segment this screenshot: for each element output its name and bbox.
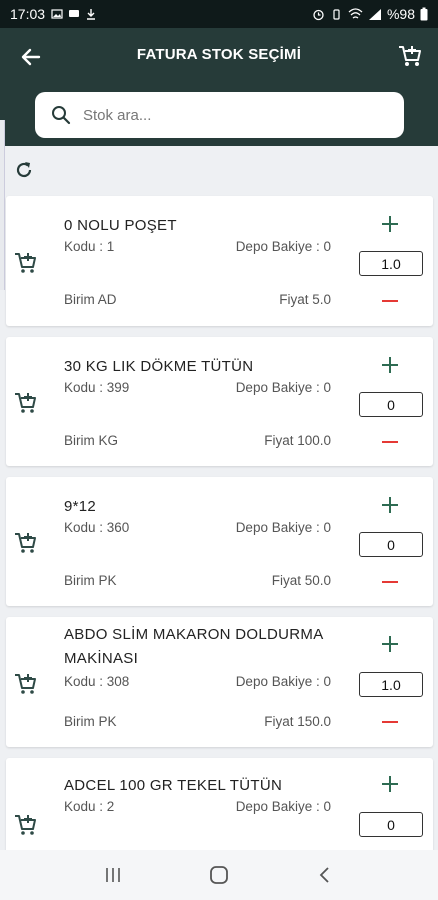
stock-unit: Birim PK [64,714,117,729]
stock-card[interactable]: 0 NOLU POŞET Kodu : 1 Depo Bakiye : 0 Bi… [6,196,433,326]
stock-name: 30 KG LIK DÖKME TÜTÜN [64,358,254,375]
plus-icon[interactable] [380,495,400,515]
stock-depo-balance: Depo Bakiye : 0 [235,674,331,689]
system-back-button[interactable] [305,860,345,890]
recent-apps-button[interactable] [93,860,133,890]
battery-level: %98 [386,6,415,22]
app-bar: FATURA STOK SEÇİMİ [0,28,438,146]
stock-price: Fiyat 100.0 [264,433,331,448]
minus-icon[interactable] [380,291,400,311]
stock-price: Fiyat 50.0 [271,573,331,588]
download-icon [87,9,96,20]
cart-button[interactable] [394,40,426,72]
search-bar [35,92,404,138]
minus-icon[interactable] [380,432,400,452]
alarm-icon [313,9,324,20]
page-title: FATURA STOK SEÇİMİ [136,46,302,63]
chevron-left-icon [319,867,329,883]
search-input[interactable] [83,106,363,124]
stock-unit: Birim KG [64,433,118,448]
home-icon [210,866,228,884]
stock-depo-balance: Depo Bakiye : 0 [235,799,331,814]
stock-depo-balance: Depo Bakiye : 0 [235,520,331,535]
plus-icon[interactable] [380,355,400,375]
recent-apps-icon [106,868,120,882]
battery-icon [420,7,428,21]
stock-code: Kodu : 308 [64,674,130,689]
stock-price: Fiyat 150.0 [264,714,331,729]
stock-name: ABDO SLİM MAKARON DOLDURMA MAKİNASI [64,626,323,667]
plus-icon[interactable] [380,214,400,234]
add-cart-icon [15,253,36,273]
signal-icon [368,8,381,20]
notification-icons [51,8,97,20]
stock-code: Kodu : 1 [64,239,115,254]
stock-list: 0 NOLU POŞET Kodu : 1 Depo Bakiye : 0 Bi… [6,196,433,869]
vibrate-icon [333,8,340,20]
stock-name: ADCEL 100 GR TEKEL TÜTÜN [64,777,283,794]
add-cart-icon [15,815,36,835]
add-cart-icon [15,533,36,553]
add-cart-icon [399,46,421,66]
stock-card[interactable]: 30 KG LIK DÖKME TÜTÜN Kodu : 399 Depo Ba… [6,337,433,466]
stock-depo-balance: Depo Bakiye : 0 [235,239,331,254]
stock-code: Kodu : 399 [64,380,130,395]
quantity-input[interactable] [359,392,423,417]
gallery-icon [51,9,63,19]
stock-code: Kodu : 2 [64,799,115,814]
message-icon [69,10,80,17]
stock-code: Kodu : 360 [64,520,130,535]
stock-depo-balance: Depo Bakiye : 0 [235,380,331,395]
add-cart-icon [15,393,36,413]
refresh-button[interactable] [12,158,36,182]
search-icon [52,106,71,125]
minus-icon[interactable] [380,572,400,592]
quantity-input[interactable] [359,672,423,697]
plus-icon[interactable] [380,634,400,654]
minus-icon[interactable] [380,712,400,732]
system-nav-bar [0,850,438,900]
quantity-input[interactable] [359,532,423,557]
stock-unit: Birim AD [64,292,117,307]
plus-icon[interactable] [380,774,400,794]
add-cart-icon [15,674,36,694]
quantity-input[interactable] [359,251,423,276]
quantity-input[interactable] [359,812,423,837]
stock-price: Fiyat 5.0 [279,292,331,307]
wifi-icon [348,7,363,19]
home-button[interactable] [199,860,239,890]
stock-card[interactable]: 9*12 Kodu : 360 Depo Bakiye : 0 Birim PK… [6,477,433,606]
refresh-icon [16,162,32,178]
stock-unit: Birim PK [64,573,117,588]
stock-card[interactable]: ADCEL 100 GR TEKEL TÜTÜN Kodu : 2 Depo B… [6,758,433,858]
system-icons: %98 [312,6,428,22]
drawer-edge[interactable] [0,120,5,290]
stock-name: 9*12 [64,498,97,515]
status-time: 17:03 [10,6,46,22]
status-bar: 17:03 %98 [0,0,438,28]
stock-name: 0 NOLU POŞET [64,217,177,234]
stock-card[interactable]: ABDO SLİM MAKARON DOLDURMA MAKİNASI Kodu… [6,617,433,747]
